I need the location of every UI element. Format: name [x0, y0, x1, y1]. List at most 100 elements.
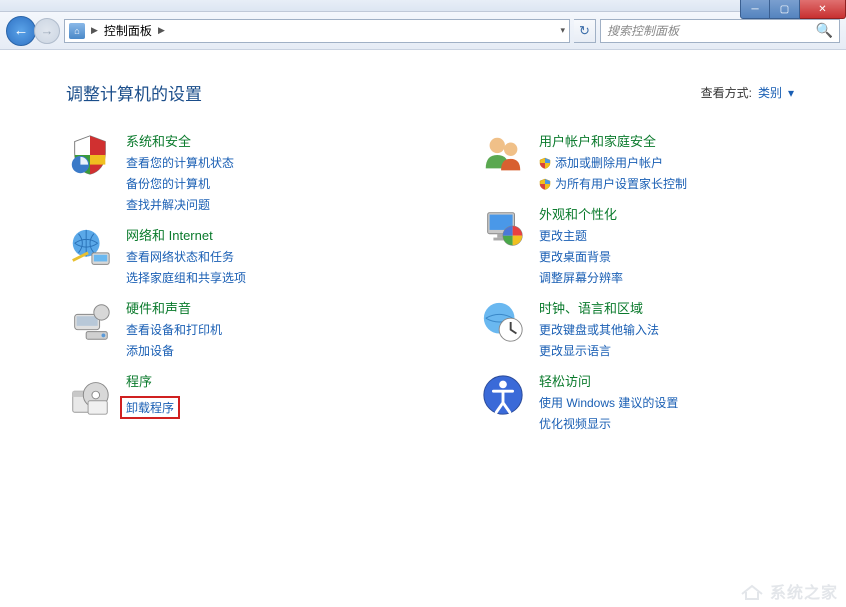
- category: 系统和安全查看您的计算机状态备份您的计算机查找并解决问题: [66, 131, 409, 213]
- category-icon: [66, 131, 114, 179]
- category-body: 硬件和声音查看设备和打印机添加设备: [126, 298, 222, 359]
- category-title[interactable]: 硬件和声音: [126, 298, 222, 317]
- category-title[interactable]: 系统和安全: [126, 131, 234, 150]
- category: 轻松访问使用 Windows 建议的设置优化视频显示: [479, 371, 822, 432]
- category: 用户帐户和家庭安全添加或删除用户帐户为所有用户设置家长控制: [479, 131, 822, 192]
- category: 时钟、语言和区域更改键盘或其他输入法更改显示语言: [479, 298, 822, 359]
- control-panel-icon: ⌂: [69, 23, 85, 39]
- link-text: 选择家庭组和共享选项: [126, 269, 246, 286]
- category-body: 程序卸载程序: [126, 371, 180, 419]
- category-body: 网络和 Internet 查看网络状态和任务选择家庭组和共享选项: [126, 225, 246, 286]
- navbar: ← → ⌂ ▶ 控制面板 ▶ ▾ ↻ 搜索控制面板 🔍: [0, 12, 846, 50]
- category-link[interactable]: 选择家庭组和共享选项: [126, 269, 246, 286]
- category-link[interactable]: 备份您的计算机: [126, 175, 234, 192]
- category-link[interactable]: 更改桌面背景: [539, 248, 623, 265]
- category-link[interactable]: 查找并解决问题: [126, 196, 234, 213]
- link-text: 查找并解决问题: [126, 196, 210, 213]
- link-text: 备份您的计算机: [126, 175, 210, 192]
- category-columns: 系统和安全查看您的计算机状态备份您的计算机查找并解决问题网络和 Internet…: [66, 131, 822, 432]
- link-text: 更改显示语言: [539, 342, 611, 359]
- category-body: 用户帐户和家庭安全添加或删除用户帐户为所有用户设置家长控制: [539, 131, 687, 192]
- close-button[interactable]: ✕: [800, 0, 846, 19]
- category-icon: [66, 371, 114, 419]
- category-body: 轻松访问使用 Windows 建议的设置优化视频显示: [539, 371, 678, 432]
- category-link[interactable]: 更改显示语言: [539, 342, 659, 359]
- link-text: 优化视频显示: [539, 415, 611, 432]
- category-icon: [66, 298, 114, 346]
- link-text: 调整屏幕分辨率: [539, 269, 623, 286]
- category-link[interactable]: 查看您的计算机状态: [126, 154, 234, 171]
- watermark-logo-icon: [740, 582, 764, 600]
- address-dropdown-icon[interactable]: ▾: [560, 25, 565, 36]
- category-title[interactable]: 时钟、语言和区域: [539, 298, 659, 317]
- left-column: 系统和安全查看您的计算机状态备份您的计算机查找并解决问题网络和 Internet…: [66, 131, 409, 432]
- minimize-button[interactable]: ─: [740, 0, 770, 19]
- header-row: 调整计算机的设置 查看方式: 类别 ▾: [66, 80, 822, 105]
- breadcrumb-label[interactable]: 控制面板: [104, 22, 152, 39]
- category-icon: [479, 131, 527, 179]
- category: 程序卸载程序: [66, 371, 409, 419]
- link-text: 更改键盘或其他输入法: [539, 321, 659, 338]
- breadcrumb-sep-icon: ▶: [91, 25, 98, 36]
- link-text: 更改桌面背景: [539, 248, 611, 265]
- category-title[interactable]: 网络和 Internet: [126, 225, 246, 244]
- category-title[interactable]: 轻松访问: [539, 371, 678, 390]
- titlebar: ─ ▢ ✕: [0, 0, 846, 12]
- link-text: 卸载程序: [126, 399, 174, 416]
- watermark: 系统之家: [740, 579, 838, 603]
- shield-icon: [539, 178, 551, 190]
- search-input[interactable]: 搜索控制面板 🔍: [600, 19, 840, 43]
- search-icon[interactable]: 🔍: [816, 22, 833, 39]
- forward-button[interactable]: →: [34, 18, 60, 44]
- back-button[interactable]: ←: [6, 16, 36, 46]
- chevron-down-icon[interactable]: ▾: [788, 86, 794, 100]
- category-title[interactable]: 程序: [126, 371, 180, 390]
- category-link[interactable]: 卸载程序: [126, 399, 174, 416]
- watermark-text: 系统之家: [770, 579, 838, 603]
- category-link[interactable]: 添加或删除用户帐户: [539, 154, 687, 171]
- category-body: 时钟、语言和区域更改键盘或其他输入法更改显示语言: [539, 298, 659, 359]
- category-icon: [66, 225, 114, 273]
- category-icon: [479, 204, 527, 252]
- category-body: 系统和安全查看您的计算机状态备份您的计算机查找并解决问题: [126, 131, 234, 213]
- category: 外观和个性化更改主题更改桌面背景调整屏幕分辨率: [479, 204, 822, 286]
- category-link[interactable]: 更改键盘或其他输入法: [539, 321, 659, 338]
- category-link[interactable]: 为所有用户设置家长控制: [539, 175, 687, 192]
- category: 硬件和声音查看设备和打印机添加设备: [66, 298, 409, 359]
- category-body: 外观和个性化更改主题更改桌面背景调整屏幕分辨率: [539, 204, 623, 286]
- address-bar[interactable]: ⌂ ▶ 控制面板 ▶ ▾: [64, 19, 570, 43]
- link-text: 查看网络状态和任务: [126, 248, 234, 265]
- shield-icon: [539, 157, 551, 169]
- link-text: 添加设备: [126, 342, 174, 359]
- right-column: 用户帐户和家庭安全添加或删除用户帐户为所有用户设置家长控制外观和个性化更改主题更…: [479, 131, 822, 432]
- category-link[interactable]: 使用 Windows 建议的设置: [539, 394, 678, 411]
- view-by: 查看方式: 类别 ▾: [701, 84, 794, 101]
- nav-arrows: ← →: [6, 16, 60, 46]
- refresh-button[interactable]: ↻: [574, 19, 596, 43]
- category-link[interactable]: 查看网络状态和任务: [126, 248, 246, 265]
- category-link[interactable]: 添加设备: [126, 342, 222, 359]
- category-title[interactable]: 用户帐户和家庭安全: [539, 131, 687, 150]
- search-placeholder: 搜索控制面板: [607, 22, 679, 39]
- link-text: 查看您的计算机状态: [126, 154, 234, 171]
- category-link[interactable]: 优化视频显示: [539, 415, 678, 432]
- category-title[interactable]: 外观和个性化: [539, 204, 623, 223]
- link-text: 为所有用户设置家长控制: [555, 175, 687, 192]
- content: 调整计算机的设置 查看方式: 类别 ▾ 系统和安全查看您的计算机状态备份您的计算…: [0, 50, 846, 607]
- category: 网络和 Internet 查看网络状态和任务选择家庭组和共享选项: [66, 225, 409, 286]
- link-text: 添加或删除用户帐户: [555, 154, 663, 171]
- link-text: 更改主题: [539, 227, 587, 244]
- link-text: 查看设备和打印机: [126, 321, 222, 338]
- view-by-label: 查看方式:: [701, 84, 752, 101]
- page-title: 调整计算机的设置: [66, 80, 202, 105]
- category-link[interactable]: 更改主题: [539, 227, 623, 244]
- breadcrumb-sep-icon: ▶: [158, 25, 165, 36]
- window-controls: ─ ▢ ✕: [740, 0, 846, 19]
- view-by-value[interactable]: 类别: [758, 84, 782, 101]
- maximize-button[interactable]: ▢: [770, 0, 800, 19]
- highlighted-link[interactable]: 卸载程序: [120, 396, 180, 419]
- category-link[interactable]: 查看设备和打印机: [126, 321, 222, 338]
- link-text: 使用 Windows 建议的设置: [539, 394, 678, 411]
- category-link[interactable]: 调整屏幕分辨率: [539, 269, 623, 286]
- category-icon: [479, 371, 527, 419]
